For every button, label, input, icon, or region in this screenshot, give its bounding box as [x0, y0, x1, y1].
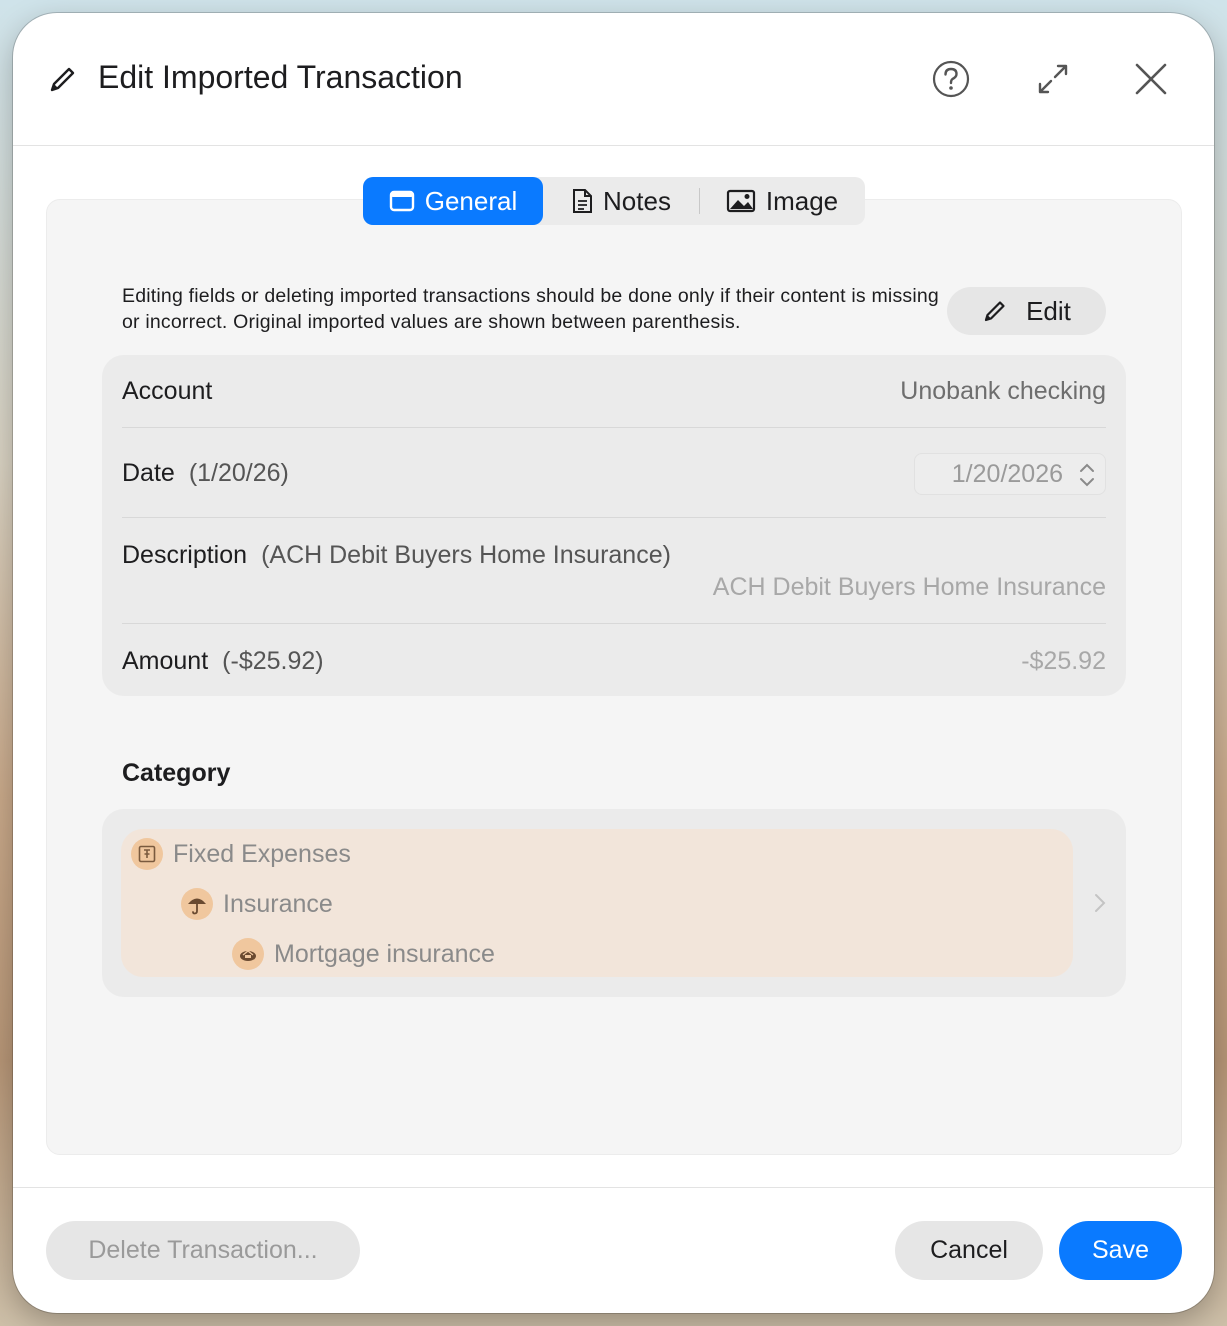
chevron-right-icon[interactable]	[1094, 893, 1106, 913]
footer-divider	[13, 1187, 1214, 1188]
category-level-3-label: Mortgage insurance	[274, 939, 495, 968]
date-value: 1/20/2026	[951, 460, 1063, 488]
document-icon	[573, 189, 593, 213]
category-level-3: Mortgage insurance	[232, 938, 495, 970]
category-path: Fixed Expenses Insurance Mortgage insura…	[121, 829, 1073, 977]
amount-label-row: Amount (-$25.92)	[122, 647, 324, 676]
date-picker[interactable]: 1/20/2026	[914, 453, 1106, 495]
description-label: Description	[122, 541, 248, 569]
pencil-icon	[984, 301, 1005, 322]
delete-transaction-button[interactable]: Delete Transaction...	[46, 1221, 360, 1280]
account-value[interactable]: Unobank checking	[900, 377, 1106, 406]
pencil-icon	[50, 67, 75, 92]
expand-arrows-icon[interactable]	[1033, 59, 1073, 99]
edit-button-label: Edit	[1026, 295, 1071, 326]
description-value[interactable]: ACH Debit Buyers Home Insurance	[713, 573, 1106, 602]
tab-general[interactable]: General	[363, 177, 543, 225]
title-bar: Edit Imported Transaction	[13, 13, 1214, 146]
photo-icon	[726, 189, 755, 213]
category-level-2: Insurance	[181, 888, 333, 920]
date-original: (1/20/26)	[188, 459, 289, 487]
description-label-row: Description (ACH Debit Buyers Home Insura…	[122, 541, 671, 570]
imported-notice-text: Editing fields or deleting imported tran…	[122, 285, 939, 333]
stepper-icon[interactable]	[1077, 459, 1097, 491]
dialog-title: Edit Imported Transaction	[98, 59, 463, 95]
save-button[interactable]: Save	[1059, 1221, 1182, 1280]
window-icon	[389, 190, 414, 212]
cancel-button[interactable]: Cancel	[895, 1221, 1043, 1280]
tab-general-label: General	[424, 185, 518, 216]
category-selector[interactable]: Fixed Expenses Insurance Mortgage insura…	[102, 809, 1126, 997]
amount-original: (-$25.92)	[222, 647, 324, 675]
divider	[122, 517, 1106, 518]
category-level-2-label: Insurance	[223, 889, 333, 918]
category-level-1: Fixed Expenses	[131, 838, 351, 870]
tab-bar: General Notes Image	[363, 177, 865, 225]
date-label-row: Date (1/20/26)	[122, 459, 289, 488]
tab-notes-label: Notes	[603, 185, 671, 216]
divider	[122, 623, 1106, 624]
close-icon[interactable]	[1131, 59, 1171, 99]
question-circle-icon[interactable]	[931, 59, 971, 99]
house-coin-icon	[232, 938, 264, 970]
edit-button[interactable]: Edit	[947, 287, 1106, 335]
date-label: Date	[122, 459, 175, 487]
divider	[122, 427, 1106, 428]
tab-image-label: Image	[765, 185, 839, 216]
tab-notes[interactable]: Notes	[543, 177, 699, 225]
category-heading: Category	[122, 759, 231, 787]
pin-icon	[131, 838, 163, 870]
umbrella-icon	[181, 888, 213, 920]
description-original: (ACH Debit Buyers Home Insurance)	[261, 541, 671, 569]
category-level-1-label: Fixed Expenses	[173, 839, 351, 868]
amount-value[interactable]: -$25.92	[1021, 647, 1106, 676]
tab-image[interactable]: Image	[700, 177, 864, 225]
amount-label: Amount	[122, 647, 209, 675]
transaction-fields: Account Unobank checking Date (1/20/26) 1…	[102, 355, 1126, 696]
edit-transaction-dialog: Edit Imported Transaction General Notes …	[13, 13, 1214, 1313]
account-label: Account	[122, 377, 213, 405]
